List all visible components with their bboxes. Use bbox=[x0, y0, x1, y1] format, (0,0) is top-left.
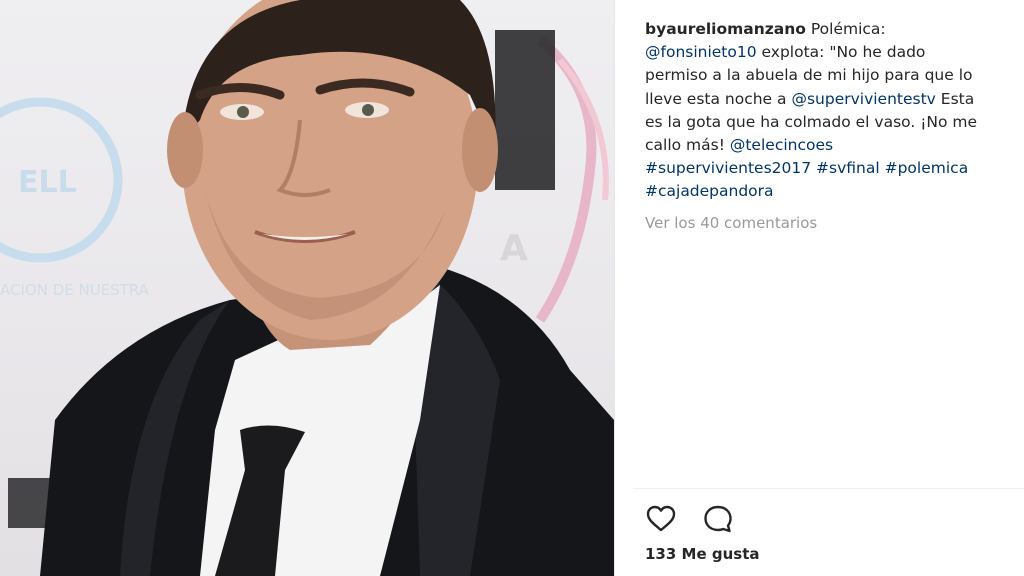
view-comments-link[interactable]: Ver los 40 comentarios bbox=[645, 214, 817, 232]
actions-separator bbox=[633, 488, 1024, 489]
hashtag-link[interactable]: #polemica bbox=[885, 159, 969, 177]
mention-link[interactable]: @telecincoes bbox=[730, 136, 833, 154]
post-caption: byaureliomanzano Polémica: @fonsinieto10… bbox=[645, 18, 990, 204]
mention-link[interactable]: @supervivientestv bbox=[791, 90, 935, 108]
svg-text:A: A bbox=[500, 228, 528, 269]
caption-segment: Polémica: bbox=[805, 20, 886, 38]
hashtag-link[interactable]: #supervivientes2017 bbox=[645, 159, 811, 177]
caption-text: Polémica: @fonsinieto10 explota: "No he … bbox=[645, 20, 977, 200]
heart-outline-icon[interactable] bbox=[645, 503, 677, 535]
post-actions bbox=[645, 503, 754, 535]
username-link[interactable]: byaureliomanzano bbox=[645, 20, 806, 38]
svg-text:ACION DE NUESTRA: ACION DE NUESTRA bbox=[0, 281, 150, 299]
post-details: byaureliomanzano Polémica: @fonsinieto10… bbox=[615, 0, 1024, 576]
hashtag-link[interactable]: #svfinal bbox=[816, 159, 880, 177]
photo-illustration: ELL ACION DE NUESTRA A bbox=[0, 0, 614, 576]
likes-count[interactable]: 133 Me gusta bbox=[645, 545, 760, 563]
speech-bubble-icon[interactable] bbox=[702, 503, 734, 535]
hashtag-link[interactable]: #cajadepandora bbox=[645, 182, 774, 200]
mention-link[interactable]: @fonsinieto10 bbox=[645, 43, 757, 61]
post-photo[interactable]: ELL ACION DE NUESTRA A bbox=[0, 0, 614, 576]
svg-text:ELL: ELL bbox=[18, 165, 77, 200]
